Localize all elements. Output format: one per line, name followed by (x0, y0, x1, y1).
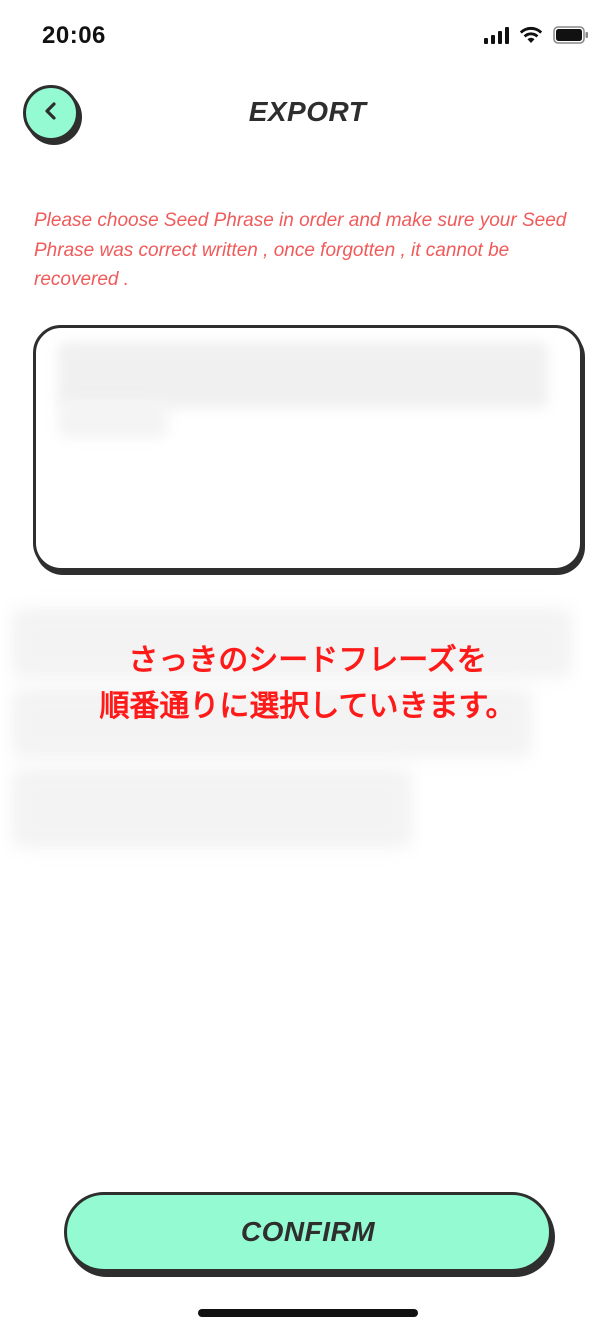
status-icons (484, 26, 589, 44)
wifi-icon (519, 26, 543, 44)
home-indicator (198, 1309, 418, 1317)
export-screen: 20:06 EXPORT Please choose Seed Phrase i… (0, 0, 615, 1332)
overlay-annotation: さっきのシードフレーズを 順番通りに選択していきます。 (0, 638, 615, 730)
battery-icon (553, 26, 589, 44)
annotation-line-1: さっきのシードフレーズを (128, 644, 487, 677)
page-title: EXPORT (248, 96, 367, 127)
confirm-button[interactable]: CONFIRM (64, 1192, 552, 1272)
annotation-line-2: 順番通りに選択していきます。 (99, 690, 516, 723)
status-time: 20:06 (42, 22, 106, 49)
blurred-word-options (12, 768, 412, 848)
instruction-text: Please choose Seed Phrase in order and m… (34, 210, 567, 290)
status-bar: 20:06 (0, 0, 615, 80)
cellular-signal-icon (484, 26, 509, 44)
selected-phrase-box[interactable] (33, 325, 583, 571)
blurred-phrase-content (58, 398, 168, 438)
